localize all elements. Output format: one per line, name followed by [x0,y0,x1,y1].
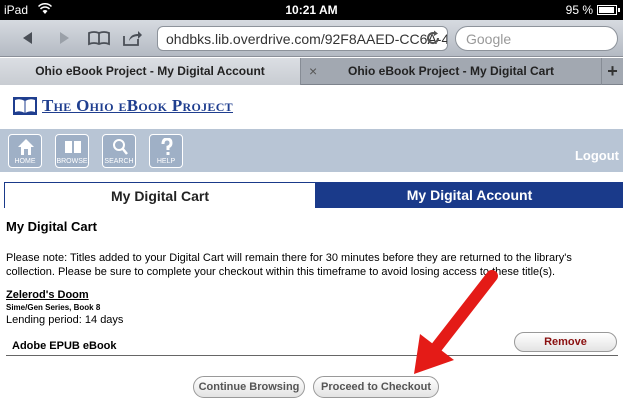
tab-title: Ohio eBook Project - My Digital Cart [347,64,555,78]
search-field[interactable]: Google [455,26,618,51]
home-nav-button[interactable]: HOME [8,134,42,168]
tab-my-digital-cart-page[interactable]: My Digital Cart [4,182,316,208]
item-title-link[interactable]: Zelerod's Doom [6,289,89,301]
nav-label: BROWSE [56,158,88,165]
proceed-to-checkout-button[interactable]: Proceed to Checkout [313,376,439,398]
forward-button[interactable] [52,26,76,50]
status-bar: iPad 10:21 AM 95 % [0,0,623,20]
share-icon [123,31,142,46]
lending-period: Lending period: 14 days [6,314,124,326]
browse-nav-button[interactable]: BROWSE [55,134,89,168]
tab-my-digital-account[interactable]: Ohio eBook Project - My Digital Account [0,58,300,85]
logout-link[interactable]: Logout [575,148,619,163]
help-nav-button[interactable]: HELP [149,134,183,168]
question-mark-icon [161,138,173,155]
continue-browsing-button[interactable]: Continue Browsing [193,376,305,398]
item-series: Sime/Gen Series, Book 8 [6,303,101,312]
url-text: ohdbks.lib.overdrive.com/92F8AAED-CC6A-4… [166,31,448,47]
site-nav: HOME BROWSE SEARCH HELP [0,129,623,172]
nav-label: HOME [14,158,36,165]
cart-heading: My Digital Cart [6,219,98,234]
new-tab-button[interactable]: + [601,58,623,85]
nav-label: HELP [156,158,176,165]
cart-note: Please note: Titles added to your Digita… [6,252,572,278]
share-button[interactable] [120,26,144,50]
search-placeholder: Google [466,31,512,47]
home-icon [18,139,34,155]
search-nav-button[interactable]: SEARCH [102,134,136,168]
back-button[interactable] [16,26,40,50]
reload-icon[interactable] [425,30,441,46]
tab-my-digital-cart[interactable]: × Ohio eBook Project - My Digital Cart [301,58,601,85]
book-icon [65,141,81,153]
bookmarks-button[interactable] [86,26,112,50]
battery-icon [597,5,620,15]
back-arrow-icon [23,32,32,44]
close-tab-icon[interactable]: × [309,58,317,84]
item-format: Adobe EPUB eBook [12,340,117,352]
tab-my-digital-account-page[interactable]: My Digital Account [316,182,623,208]
tab-title: Ohio eBook Project - My Digital Account [35,64,265,78]
clock: 10:21 AM [285,3,338,17]
tab-bar: Ohio eBook Project - My Digital Account … [0,58,623,85]
logo-text: The Ohio eBook Project [42,96,233,115]
url-field[interactable]: ohdbks.lib.overdrive.com/92F8AAED-CC6A-4… [157,26,448,51]
browser-toolbar: ohdbks.lib.overdrive.com/92F8AAED-CC6A-4… [0,20,623,57]
nav-label: SEARCH [104,158,134,165]
item-divider [6,355,618,356]
battery-percent: 95 % [565,3,593,17]
open-book-logo-icon [13,97,37,115]
site-logo[interactable]: The Ohio eBook Project [12,93,233,119]
book-icon [88,31,110,46]
search-icon [113,139,128,155]
forward-arrow-icon [60,32,69,44]
annotation-arrow-icon [414,270,498,374]
remove-button[interactable]: Remove [514,332,617,352]
